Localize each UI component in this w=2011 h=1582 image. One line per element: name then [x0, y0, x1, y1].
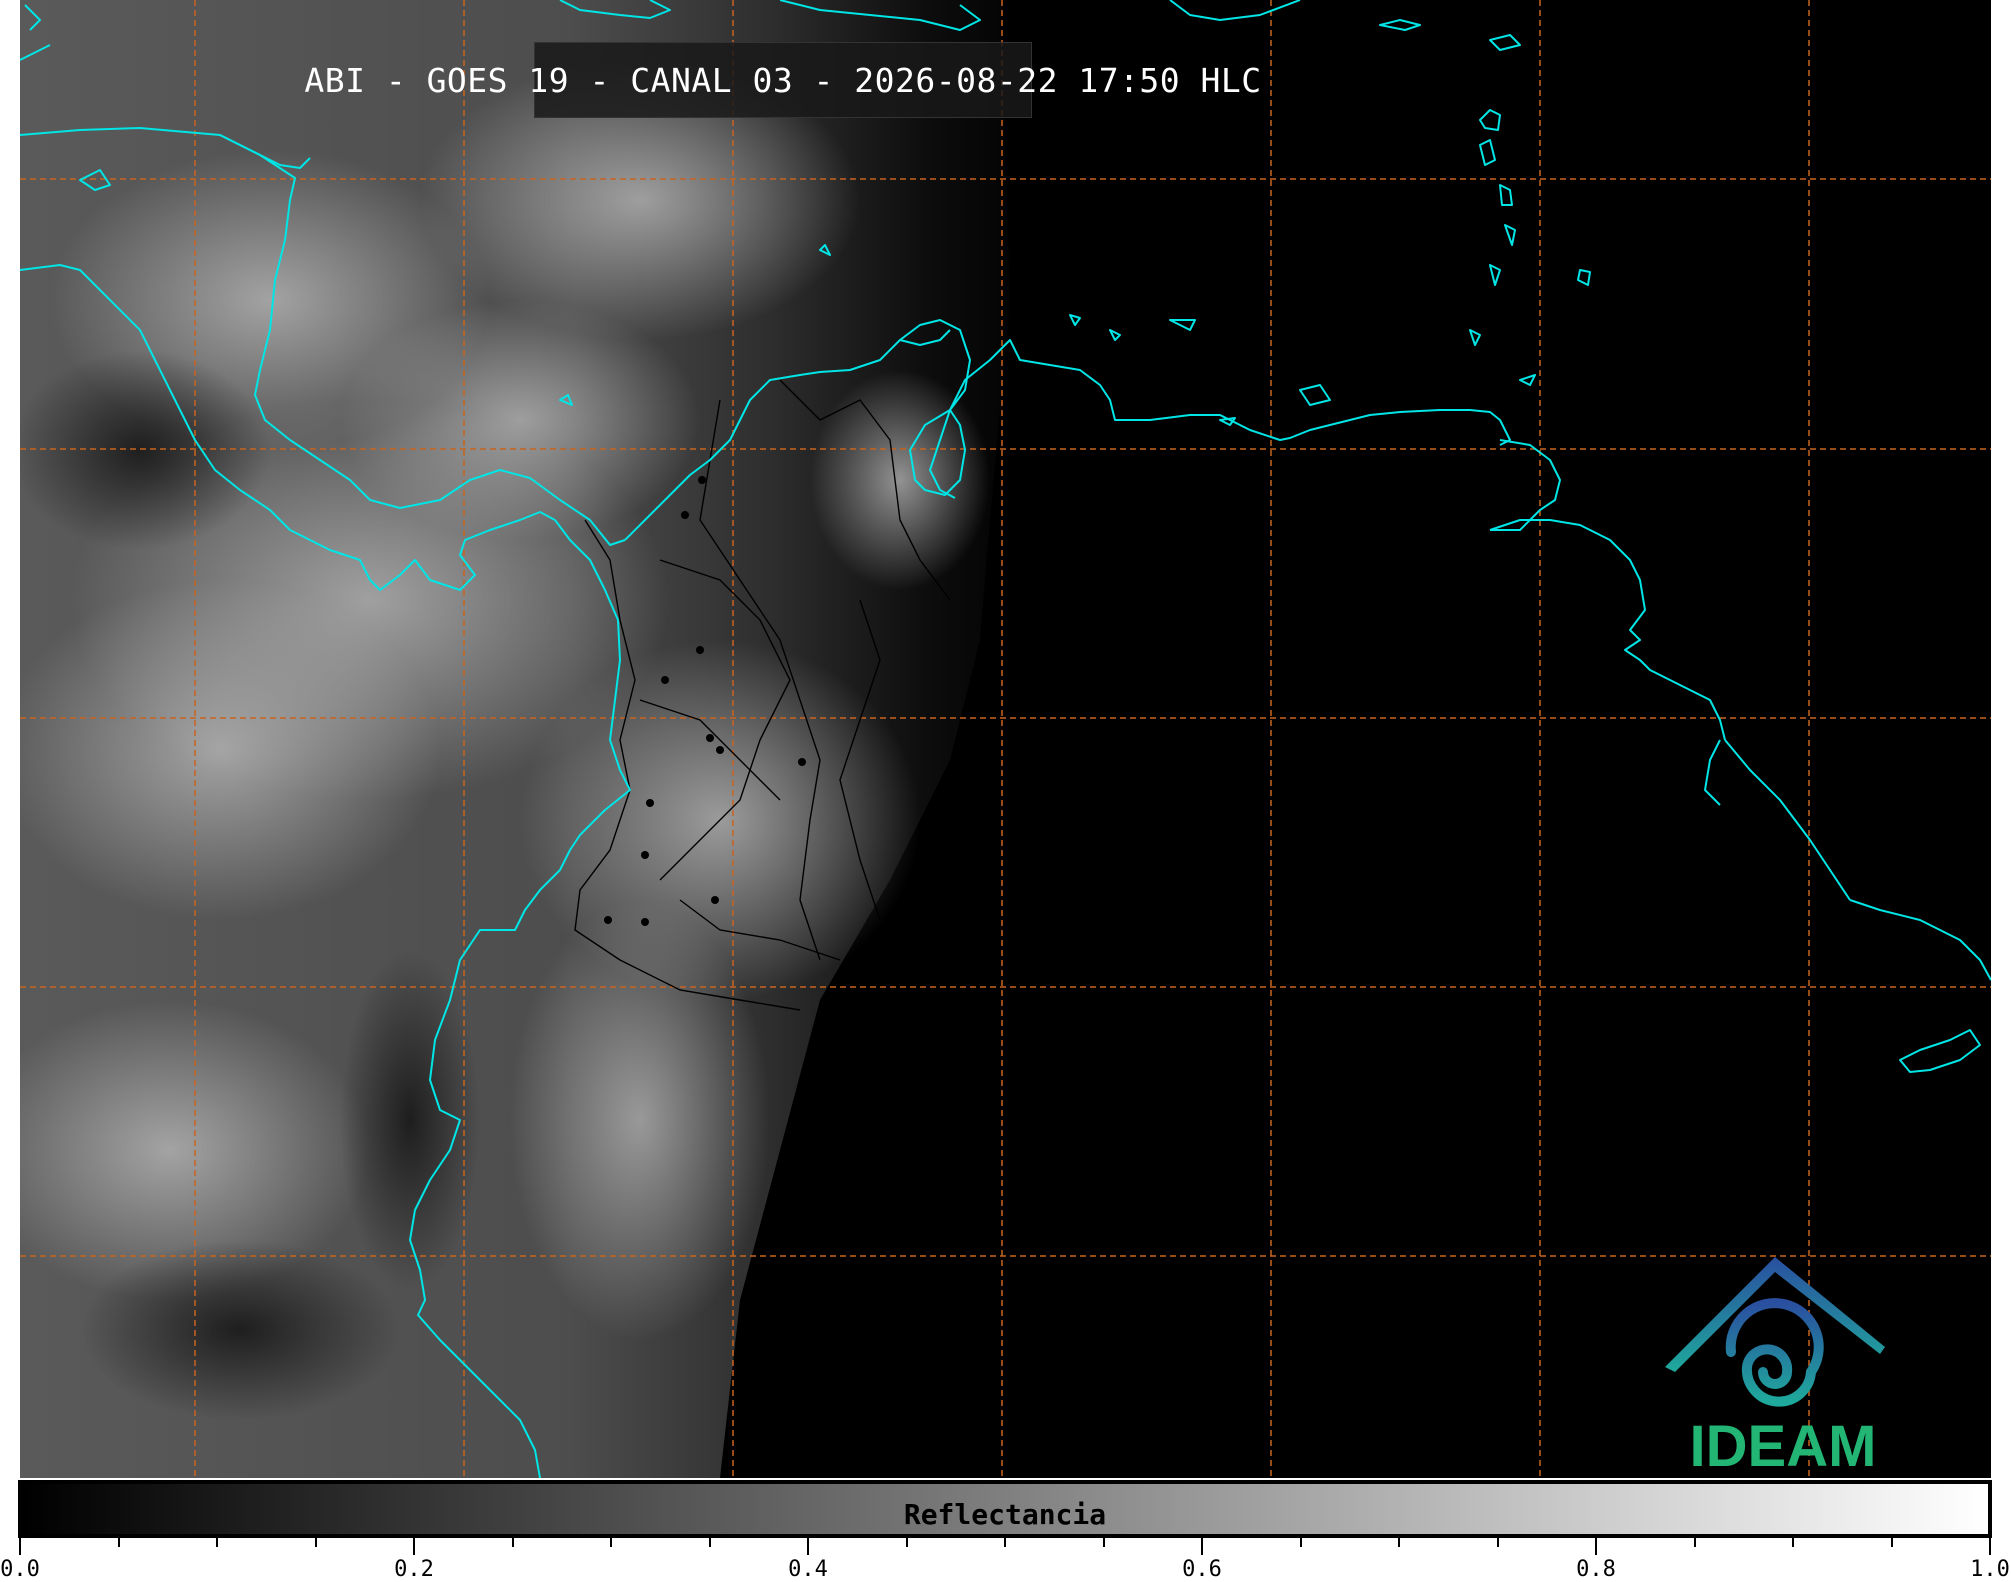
colorbar-tick [1299, 1537, 1302, 1547]
colorbar-tick [1693, 1537, 1696, 1547]
colorbar-tick-label: 0.0 [0, 1557, 40, 1582]
colorbar-gradient: Reflectancia [18, 1480, 1992, 1538]
colorbar-tick [1595, 1537, 1597, 1555]
colorbar-tick [1890, 1537, 1893, 1547]
colorbar-tick-label: 0.8 [1576, 1557, 1616, 1582]
colorbar-label: Reflectancia [903, 1498, 1107, 1531]
colorbar-tick [314, 1537, 317, 1547]
colorbar-tick [1201, 1537, 1203, 1555]
colorbar-ticks [18, 1537, 1992, 1557]
colorbar-tick [1004, 1537, 1006, 1547]
colorbar: Reflectancia 0.0 0.2 0.4 0.6 0.8 1.0 [0, 1477, 2011, 1582]
colorbar-tick [1102, 1537, 1105, 1547]
colorbar-tick [610, 1537, 612, 1547]
colorbar-tick [1496, 1537, 1499, 1547]
ideam-logo-text: IDEAM [1689, 1414, 1877, 1479]
colorbar-tick [1398, 1537, 1400, 1547]
colorbar-tick [807, 1537, 809, 1555]
colorbar-tick [117, 1537, 120, 1547]
colorbar-tick [511, 1537, 514, 1547]
colorbar-tick [1792, 1537, 1794, 1547]
colorbar-tick [905, 1537, 908, 1547]
colorbar-tick-label: 0.4 [788, 1557, 828, 1582]
colorbar-tick-label: 0.6 [1182, 1557, 1222, 1582]
colorbar-tick-label: 1.0 [1970, 1557, 2010, 1582]
colorbar-tick [1989, 1537, 1991, 1555]
colorbar-tick [216, 1537, 218, 1547]
colorbar-tick [708, 1537, 711, 1547]
colorbar-tick [19, 1537, 21, 1555]
colorbar-tick [413, 1537, 415, 1555]
map-title: ABI - GOES 19 - CANAL 03 - 2026-08-22 17… [304, 42, 1261, 118]
colorbar-tick-label: 0.2 [394, 1557, 434, 1582]
